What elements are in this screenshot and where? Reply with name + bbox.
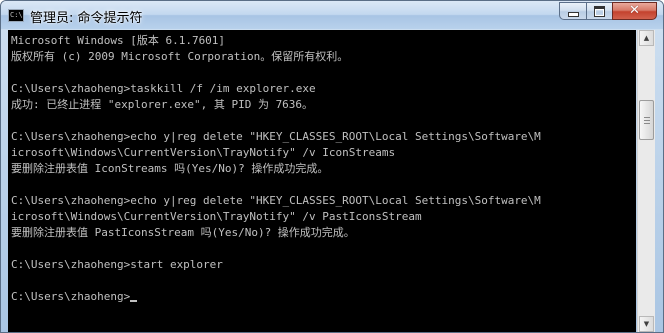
- arrow-down-icon: ▼: [643, 320, 650, 328]
- console-prompt: C:\Users\zhaoheng>: [11, 290, 131, 303]
- text-cursor: [130, 300, 138, 302]
- window-controls: ✕: [559, 2, 657, 21]
- thumb-grip-line: [644, 120, 650, 121]
- console-prompt-line[interactable]: C:\Users\zhaoheng>: [11, 289, 636, 305]
- close-button[interactable]: ✕: [612, 2, 657, 20]
- window-title: 管理员: 命令提示符: [30, 11, 143, 26]
- maximize-button[interactable]: [586, 2, 612, 20]
- thumb-grip-line: [644, 123, 650, 124]
- scroll-down-button[interactable]: ▼: [639, 316, 654, 332]
- arrow-up-icon: ▲: [643, 34, 650, 42]
- vertical-scrollbar[interactable]: ▲ ▼: [637, 30, 655, 332]
- console-line: 要删除注册表值 PastIconsStream 吗(Yes/No)? 操作成功完…: [11, 226, 355, 239]
- maximize-icon: [594, 5, 605, 17]
- console-line: C:\Users\zhaoheng>start explorer: [11, 258, 223, 271]
- title-bar[interactable]: C:\ 管理员: 命令提示符 ✕: [1, 1, 663, 29]
- command-prompt-window: C:\ 管理员: 命令提示符 ✕ Microsoft Windows [版本 6…: [0, 0, 664, 333]
- console-line: icrosoft\Windows\CurrentVersion\TrayNoti…: [11, 210, 422, 223]
- console-line: C:\Users\zhaoheng>taskkill /f /im explor…: [11, 82, 316, 95]
- minimize-icon: [567, 12, 579, 17]
- console-app-icon[interactable]: C:\: [8, 9, 24, 22]
- console-output-area[interactable]: Microsoft Windows [版本 6.1.7601] 版权所有 (c) …: [8, 30, 636, 332]
- console-line: 版权所有 (c) 2009 Microsoft Corporation。保留所有…: [11, 50, 349, 63]
- minimize-button[interactable]: [559, 2, 586, 20]
- console-text: Microsoft Windows [版本 6.1.7601] 版权所有 (c) …: [8, 30, 636, 305]
- console-line: 成功: 已终止进程 "explorer.exe", 其 PID 为 7636。: [11, 98, 314, 111]
- console-line: C:\Users\zhaoheng>echo y|reg delete "HKE…: [11, 130, 541, 143]
- thumb-grip-line: [644, 117, 650, 118]
- console-line: Microsoft Windows [版本 6.1.7601]: [11, 34, 226, 47]
- close-icon: ✕: [629, 3, 640, 18]
- console-line: 要删除注册表值 IconStreams 吗(Yes/No)? 操作成功完成。: [11, 162, 329, 175]
- console-line: C:\Users\zhaoheng>echo y|reg delete "HKE…: [11, 194, 541, 207]
- scrollbar-thumb[interactable]: [639, 100, 654, 140]
- console-line: icrosoft\Windows\CurrentVersion\TrayNoti…: [11, 146, 396, 159]
- scroll-up-button[interactable]: ▲: [639, 30, 654, 46]
